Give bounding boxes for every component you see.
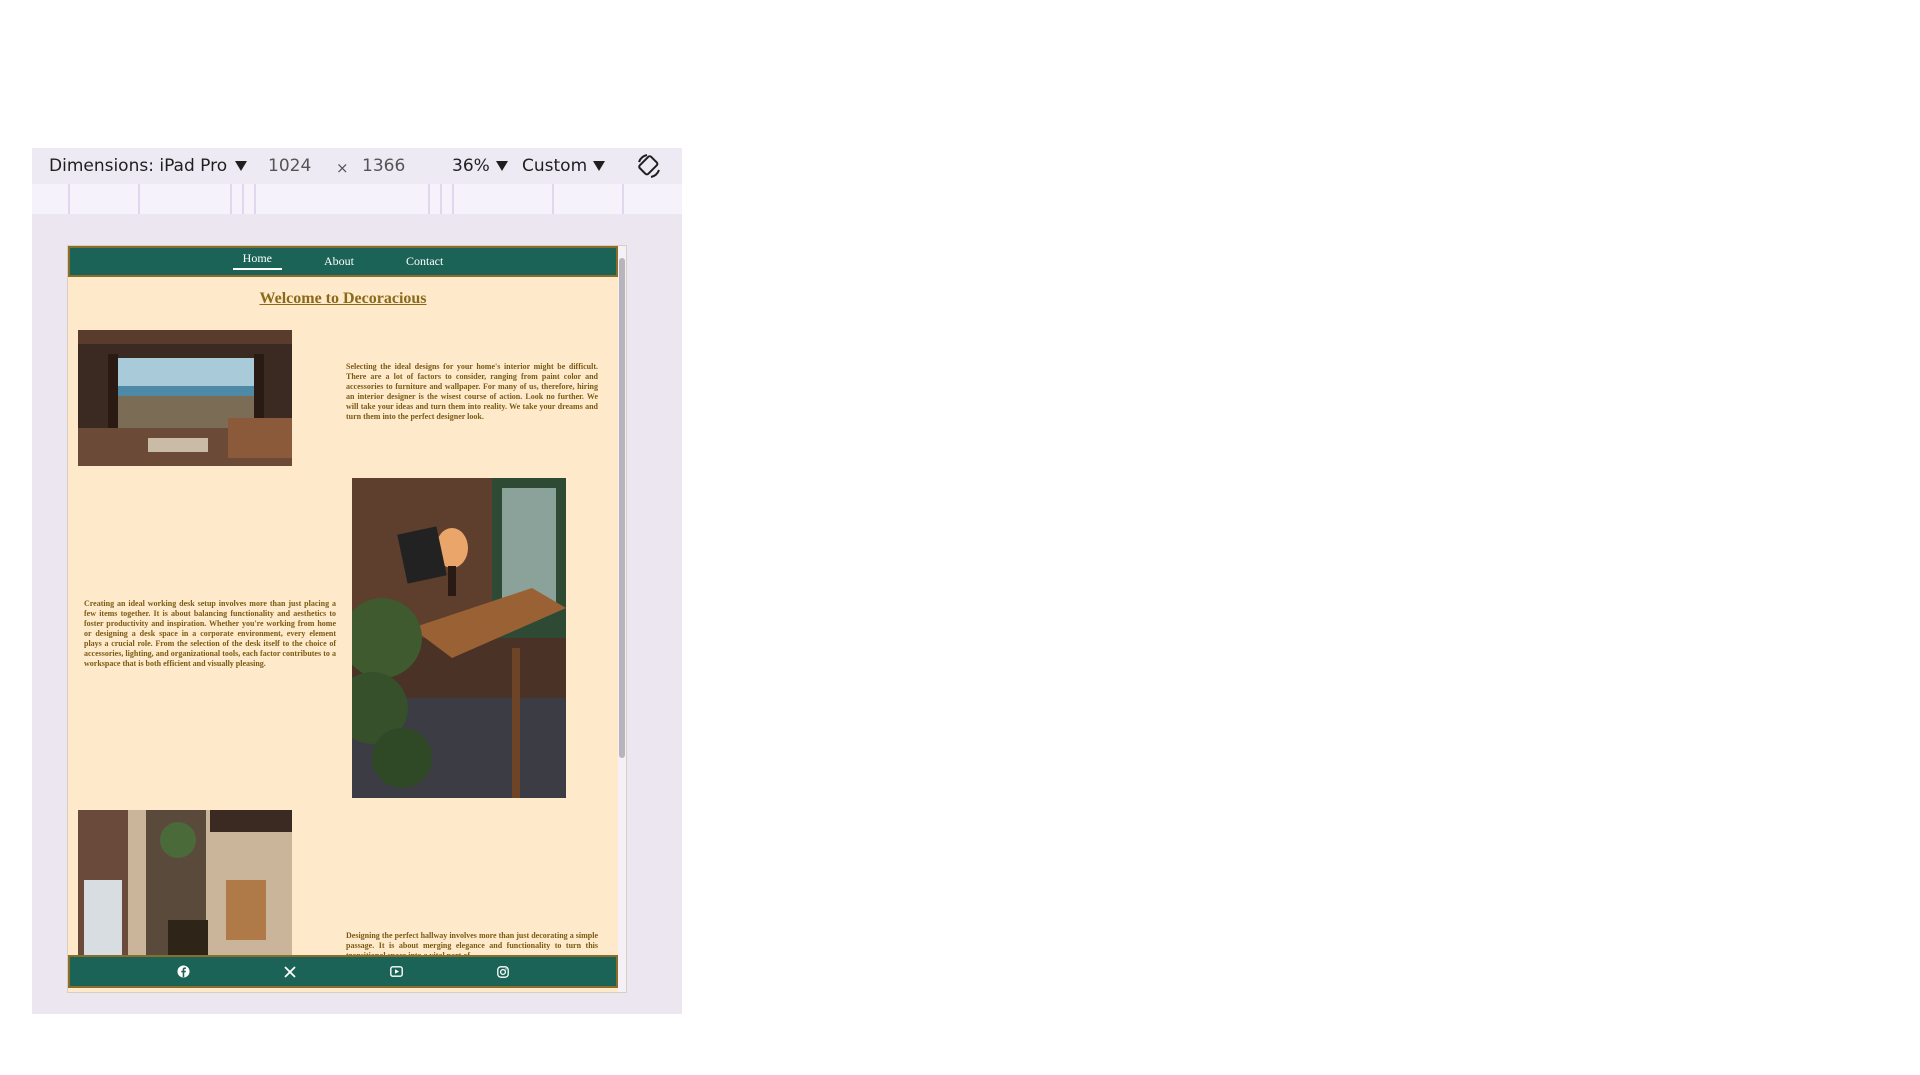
mq-tick bbox=[230, 184, 232, 214]
mq-tick bbox=[452, 184, 454, 214]
mq-tick bbox=[428, 184, 430, 214]
desk-image bbox=[352, 478, 566, 798]
section-1-text: Selecting the ideal designs for your hom… bbox=[346, 362, 598, 421]
dimensions-dropdown[interactable]: Dimensions: iPad Pro bbox=[49, 156, 248, 176]
section-3-text: Designing the perfect hallway involves m… bbox=[346, 931, 598, 955]
chevron-down-icon bbox=[235, 161, 248, 171]
mq-tick bbox=[68, 184, 70, 214]
living-room-image bbox=[78, 330, 292, 466]
instagram-icon[interactable] bbox=[496, 965, 510, 979]
zoom-dropdown[interactable]: 36% bbox=[452, 156, 508, 176]
mq-tick bbox=[138, 184, 140, 214]
times-symbol: × bbox=[336, 159, 349, 177]
nav-home[interactable]: Home bbox=[232, 249, 282, 270]
mq-tick bbox=[440, 184, 442, 214]
mq-tick bbox=[254, 184, 256, 214]
mq-tick bbox=[622, 184, 624, 214]
rotate-icon[interactable] bbox=[635, 152, 663, 180]
media-query-bar[interactable] bbox=[32, 184, 682, 214]
section-2-text: Creating an ideal working desk setup inv… bbox=[84, 599, 336, 668]
nav-about[interactable]: About bbox=[314, 252, 364, 271]
zoom-label: 36% bbox=[452, 156, 490, 176]
youtube-icon[interactable] bbox=[389, 965, 403, 979]
device-toolbar: Dimensions: iPad Pro 1024 × 1366 36% Cus… bbox=[32, 148, 682, 184]
facebook-icon[interactable] bbox=[176, 965, 190, 979]
dimensions-label: Dimensions: iPad Pro bbox=[49, 156, 228, 176]
height-input[interactable]: 1366 bbox=[362, 156, 405, 176]
scrollbar[interactable] bbox=[618, 246, 626, 992]
page-title: Welcome to Decoracious bbox=[259, 290, 427, 307]
hallway-image bbox=[78, 810, 292, 960]
scrollbar-thumb[interactable] bbox=[619, 258, 625, 758]
mq-tick bbox=[242, 184, 244, 214]
nav-contact[interactable]: Contact bbox=[396, 252, 453, 271]
device-viewport: Home About Contact Welcome to Decoraciou… bbox=[67, 245, 627, 993]
chevron-down-icon bbox=[495, 161, 508, 171]
chevron-down-icon bbox=[593, 161, 606, 171]
throttle-dropdown[interactable]: Custom bbox=[522, 156, 606, 176]
x-icon[interactable] bbox=[283, 965, 297, 979]
footer bbox=[68, 955, 618, 988]
throttle-label: Custom bbox=[522, 156, 588, 176]
mq-tick bbox=[552, 184, 554, 214]
top-nav: Home About Contact bbox=[68, 246, 618, 277]
width-input[interactable]: 1024 bbox=[268, 156, 311, 176]
